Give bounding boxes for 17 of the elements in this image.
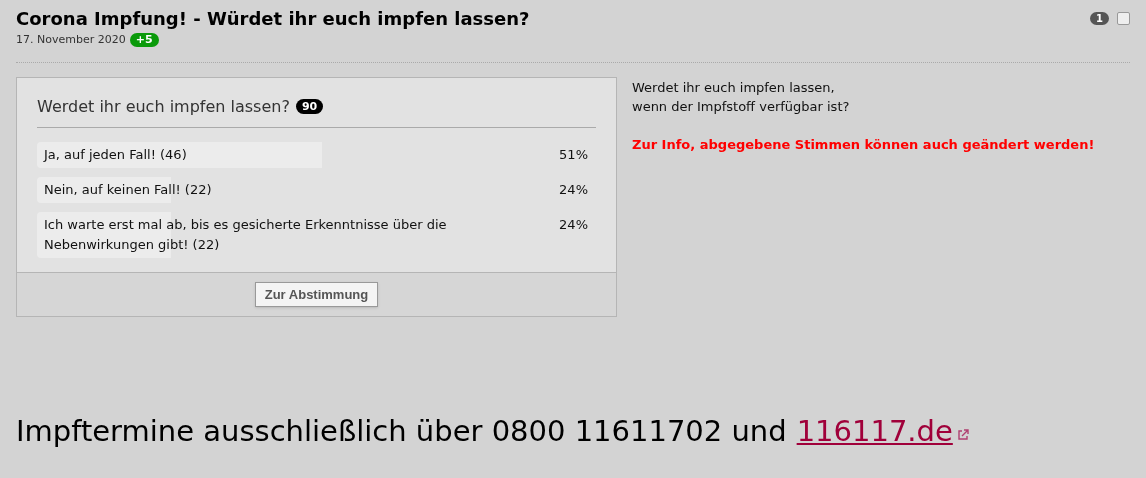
post-date: 17. November 2020: [16, 32, 126, 48]
description-text: wenn der Impfstoff verfügbar ist?: [632, 97, 851, 116]
score-badge: +5: [129, 33, 159, 48]
notice-text: Zur Info, abgegebene Stimmen können auch geändert werden!: [632, 135, 1095, 154]
poll-question: Werdet ihr euch impfen lassen?: [37, 95, 290, 118]
description-text: Werdet ihr euch impfen lassen,: [632, 78, 836, 97]
option-percent: 24%: [559, 215, 589, 234]
footer-text: Impftermine ausschließlich über 0800 11611702 und: [16, 413, 787, 450]
vote-count-badge: 90: [295, 99, 324, 114]
vote-button[interactable]: Zur Abstimmung: [254, 281, 379, 307]
option-percent: 24%: [559, 180, 589, 199]
website-link[interactable]: 116117.de: [796, 410, 953, 454]
select-checkbox[interactable]: [1117, 12, 1130, 25]
comment-count-badge: 1: [1090, 12, 1109, 25]
external-link-icon: [956, 429, 969, 441]
post-title: Corona Impfung! - Würdet ihr euch impfen lassen?: [16, 7, 530, 31]
option-percent: 51%: [559, 145, 589, 164]
